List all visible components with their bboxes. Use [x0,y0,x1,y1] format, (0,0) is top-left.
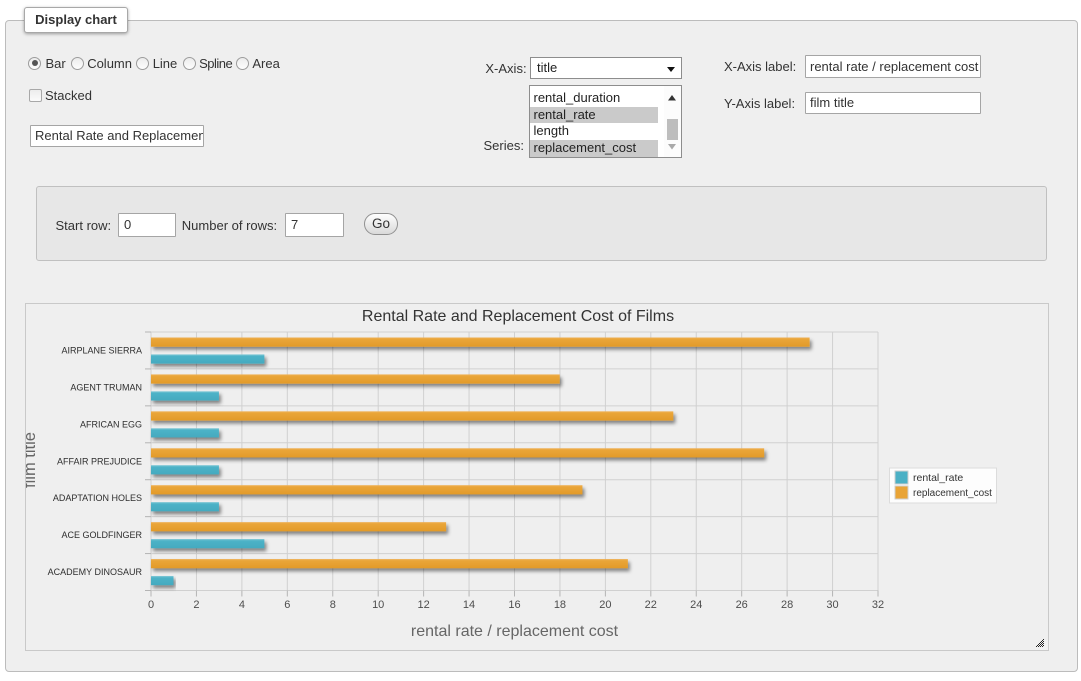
svg-text:14: 14 [463,599,475,611]
svg-text:2: 2 [193,599,199,611]
svg-text:AFFAIR PREJUDICE: AFFAIR PREJUDICE [57,456,142,466]
svg-text:AGENT TRUMAN: AGENT TRUMAN [70,382,142,392]
svg-text:AFRICAN EGG: AFRICAN EGG [80,419,142,429]
svg-text:0: 0 [148,599,154,611]
svg-text:30: 30 [826,599,838,611]
svg-text:10: 10 [372,599,384,611]
svg-text:24: 24 [690,599,702,611]
svg-text:rental_rate: rental_rate [913,472,963,484]
svg-text:16: 16 [508,599,520,611]
svg-text:ACADEMY DINOSAUR: ACADEMY DINOSAUR [48,567,143,577]
svg-text:ACE GOLDFINGER: ACE GOLDFINGER [61,530,142,540]
svg-text:6: 6 [284,599,290,611]
svg-text:film title: film title [26,432,39,488]
svg-text:12: 12 [417,599,429,611]
svg-text:26: 26 [736,599,748,611]
svg-text:22: 22 [645,599,657,611]
svg-text:32: 32 [872,599,884,611]
svg-text:20: 20 [599,599,611,611]
svg-text:rental rate / replacement cost: rental rate / replacement cost [411,623,619,640]
svg-text:replacement_cost: replacement_cost [913,488,992,499]
svg-text:AIRPLANE SIERRA: AIRPLANE SIERRA [61,345,142,355]
svg-text:8: 8 [330,599,336,611]
svg-text:4: 4 [239,599,245,611]
svg-text:ADAPTATION HOLES: ADAPTATION HOLES [53,493,142,503]
svg-text:18: 18 [554,599,566,611]
svg-text:Rental Rate and Replacement Co: Rental Rate and Replacement Cost of Film… [362,308,674,325]
svg-text:28: 28 [781,599,793,611]
